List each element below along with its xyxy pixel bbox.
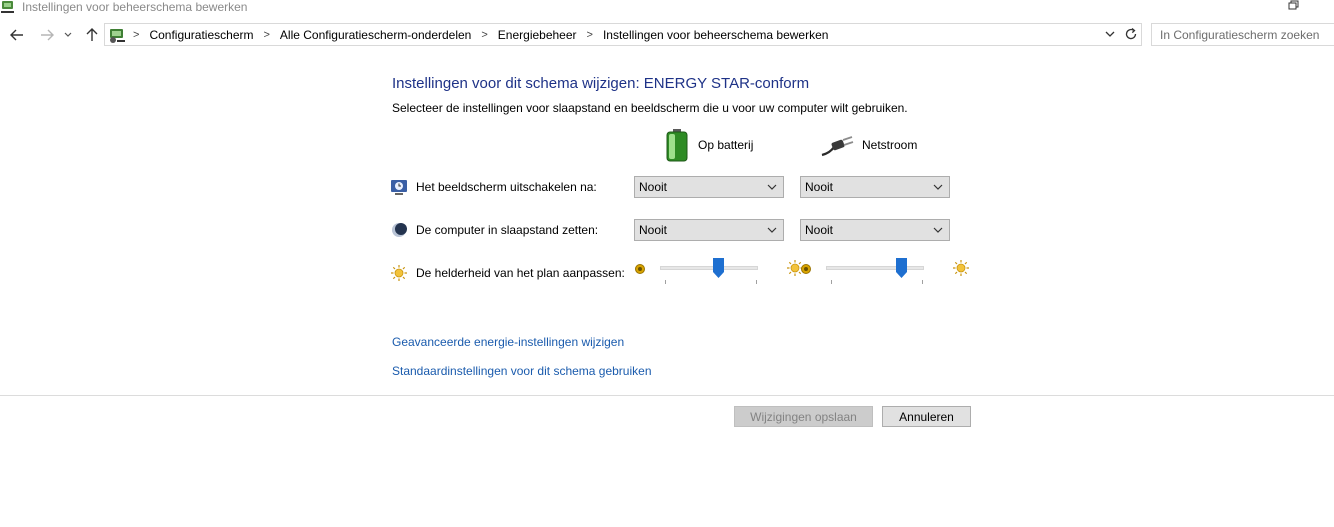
cancel-button[interactable]: Annuleren bbox=[882, 406, 971, 427]
sun-icon bbox=[391, 265, 407, 281]
search-input[interactable] bbox=[1152, 24, 1334, 45]
brightness-plugged-slider[interactable] bbox=[800, 258, 970, 288]
sleep-label: De computer in slaapstand zetten: bbox=[416, 223, 599, 237]
slider-tick bbox=[756, 280, 757, 284]
monitor-clock-icon bbox=[391, 180, 407, 195]
sleep-plugged-value: Nooit bbox=[805, 223, 834, 237]
title-bar: Instellingen voor beheerschema bewerken bbox=[0, 0, 1334, 20]
advanced-power-settings-link[interactable]: Geavanceerde energie-instellingen wijzig… bbox=[392, 335, 624, 349]
search-box[interactable] bbox=[1151, 23, 1334, 46]
restore-defaults-link[interactable]: Standaardinstellingen voor dit schema ge… bbox=[392, 364, 652, 378]
sleep-plugged-select[interactable]: Nooit bbox=[800, 219, 950, 241]
bright-sun-icon bbox=[953, 260, 969, 276]
dim-sun-icon bbox=[801, 264, 811, 274]
chevron-down-icon bbox=[933, 184, 943, 190]
breadcrumb-separator: > bbox=[133, 28, 140, 41]
power-options-icon bbox=[1, 1, 14, 13]
column-label-plugged: Netstroom bbox=[862, 138, 918, 152]
refresh-icon[interactable] bbox=[1123, 26, 1139, 42]
breadcrumb-separator: > bbox=[586, 28, 593, 41]
display-off-row-label: Het beeldscherm uitschakelen na: bbox=[390, 178, 597, 196]
chevron-down-icon bbox=[767, 184, 777, 190]
breadcrumb-item-control-panel[interactable]: Configuratiescherm bbox=[149, 28, 253, 42]
slider-thumb[interactable] bbox=[895, 258, 907, 278]
forward-button[interactable] bbox=[38, 25, 56, 45]
window-title: Instellingen voor beheerschema bewerken bbox=[22, 0, 248, 14]
save-changes-button[interactable]: Wijzigingen opslaan bbox=[734, 406, 873, 427]
address-dropdown-icon[interactable] bbox=[1103, 27, 1117, 41]
slider-thumb[interactable] bbox=[713, 258, 725, 278]
slider-tick bbox=[922, 280, 923, 284]
power-plug-icon bbox=[821, 136, 854, 157]
sleep-row-label: De computer in slaapstand zetten: bbox=[390, 221, 598, 239]
brightness-label: De helderheid van het plan aanpassen: bbox=[416, 266, 625, 280]
display-off-plugged-select[interactable]: Nooit bbox=[800, 176, 950, 198]
breadcrumb-separator: > bbox=[263, 28, 270, 41]
slider-track[interactable] bbox=[660, 266, 758, 270]
recent-locations-button[interactable] bbox=[62, 25, 74, 45]
slider-track[interactable] bbox=[826, 266, 924, 270]
breadcrumb-item-power-options[interactable]: Energiebeheer bbox=[498, 28, 577, 42]
brightness-battery-slider[interactable] bbox=[634, 258, 804, 288]
moon-icon bbox=[392, 223, 407, 237]
slider-tick bbox=[665, 280, 666, 284]
breadcrumb-item-all-items[interactable]: Alle Configuratiescherm-onderdelen bbox=[280, 28, 471, 42]
address-row: > Configuratiescherm > Alle Configuratie… bbox=[0, 23, 1334, 47]
column-label-battery: Op batterij bbox=[698, 138, 754, 152]
page-description: Selecteer de instellingen voor slaapstan… bbox=[392, 101, 908, 115]
arrow-left-icon bbox=[10, 29, 23, 41]
back-button[interactable] bbox=[8, 25, 26, 45]
slider-tick bbox=[831, 280, 832, 284]
control-panel-icon bbox=[110, 28, 125, 43]
arrow-right-icon bbox=[41, 29, 54, 41]
up-button[interactable] bbox=[83, 25, 101, 45]
footer-divider bbox=[0, 395, 1334, 396]
breadcrumb-separator: > bbox=[481, 28, 488, 41]
restore-window-icon[interactable] bbox=[1288, 0, 1300, 10]
display-off-battery-value: Nooit bbox=[639, 180, 668, 194]
chevron-down-icon bbox=[767, 227, 777, 233]
sleep-battery-select[interactable]: Nooit bbox=[634, 219, 784, 241]
display-off-label: Het beeldscherm uitschakelen na: bbox=[416, 180, 597, 194]
dim-sun-icon bbox=[635, 264, 645, 274]
chevron-down-icon bbox=[64, 32, 72, 37]
breadcrumb: > Configuratiescherm > Alle Configuratie… bbox=[105, 24, 838, 45]
breadcrumb-item-edit-plan[interactable]: Instellingen voor beheerschema bewerken bbox=[603, 28, 828, 42]
display-off-plugged-value: Nooit bbox=[805, 180, 834, 194]
column-header-battery: Op batterij bbox=[664, 128, 753, 162]
address-bar[interactable]: > Configuratiescherm > Alle Configuratie… bbox=[104, 23, 1142, 46]
page-title: Instellingen voor dit schema wijzigen: E… bbox=[392, 75, 810, 92]
battery-icon bbox=[666, 129, 688, 162]
arrow-up-icon bbox=[86, 28, 98, 41]
brightness-row-label: De helderheid van het plan aanpassen: bbox=[390, 264, 625, 282]
display-off-battery-select[interactable]: Nooit bbox=[634, 176, 784, 198]
column-header-plugged: Netstroom bbox=[820, 128, 917, 162]
chevron-down-icon bbox=[933, 227, 943, 233]
sleep-battery-value: Nooit bbox=[639, 223, 668, 237]
